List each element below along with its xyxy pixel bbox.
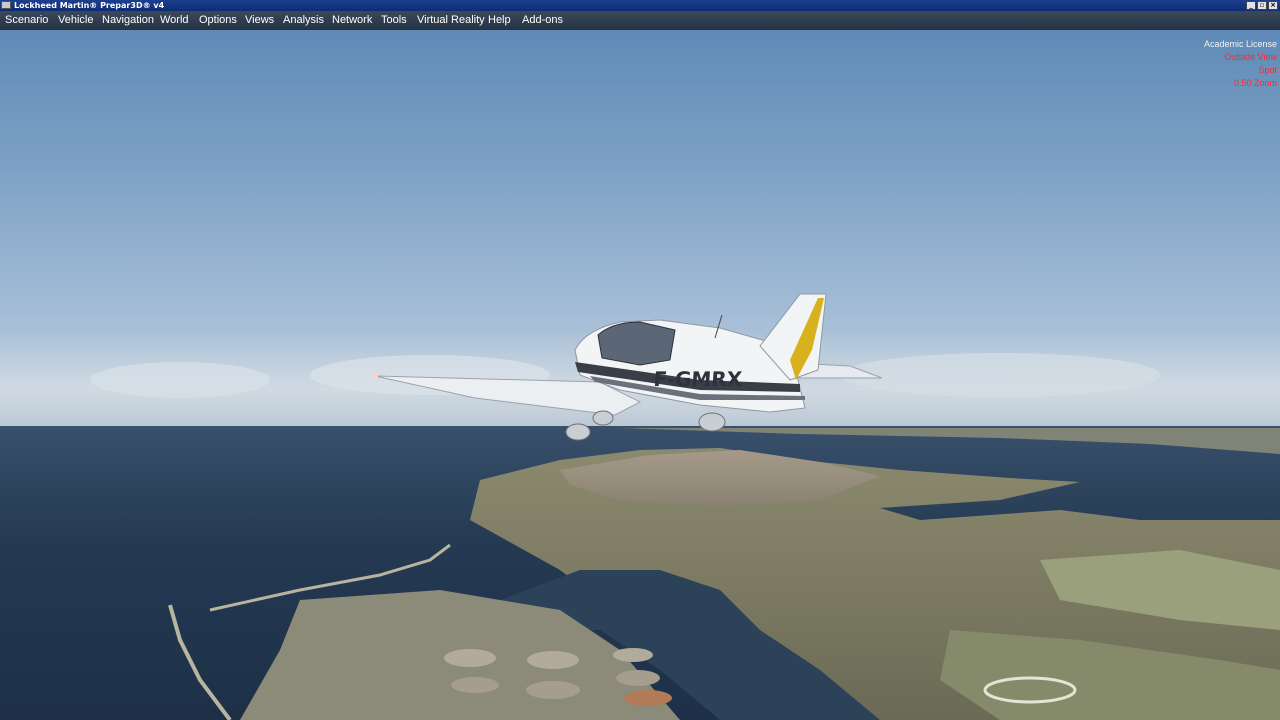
aircraft-registration: F-GMRX xyxy=(653,367,744,391)
menu-world[interactable]: World xyxy=(160,11,189,30)
menu-virtual-reality[interactable]: Virtual Reality xyxy=(417,11,485,30)
menu-vehicle[interactable]: Vehicle xyxy=(58,11,93,30)
menu-options[interactable]: Options xyxy=(199,11,237,30)
hud-overlay: Academic License Outside View Spot 0.50 … xyxy=(1204,38,1277,90)
sim-viewport[interactable]: F-GMRX Academic License Outside View Spo… xyxy=(0,30,1280,720)
menu-add-ons[interactable]: Add-ons xyxy=(522,11,563,30)
menu-network[interactable]: Network xyxy=(332,11,372,30)
restore-icon[interactable]: ▫ xyxy=(1257,1,1267,10)
menu-tools[interactable]: Tools xyxy=(381,11,407,30)
minimize-icon[interactable]: _ xyxy=(1246,1,1256,10)
app-icon xyxy=(1,1,11,9)
camera-label: Spot xyxy=(1258,65,1277,75)
menu-help[interactable]: Help xyxy=(488,11,511,30)
menu-scenario[interactable]: Scenario xyxy=(5,11,48,30)
landing-gear-nose xyxy=(592,410,614,426)
close-icon[interactable]: × xyxy=(1268,1,1278,10)
landing-gear-right xyxy=(698,412,726,432)
window-title: Lockheed Martin® Prepar3D® v4 xyxy=(14,1,165,10)
menu-navigation[interactable]: Navigation xyxy=(102,11,154,30)
landing-gear-left xyxy=(565,423,591,441)
menu-views[interactable]: Views xyxy=(245,11,274,30)
menu-bar: Scenario Vehicle Navigation World Option… xyxy=(0,11,1280,31)
window-title-bar[interactable]: Lockheed Martin® Prepar3D® v4 _ ▫ × xyxy=(0,0,1280,11)
view-mode-label: Outside View xyxy=(1224,52,1277,62)
menu-analysis[interactable]: Analysis xyxy=(283,11,324,30)
canopy xyxy=(597,321,676,366)
aircraft: F-GMRX xyxy=(372,293,883,441)
wingtip-light xyxy=(372,373,378,379)
license-label: Academic License xyxy=(1203,39,1277,49)
zoom-label: 0.50 Zoom xyxy=(1233,78,1277,88)
